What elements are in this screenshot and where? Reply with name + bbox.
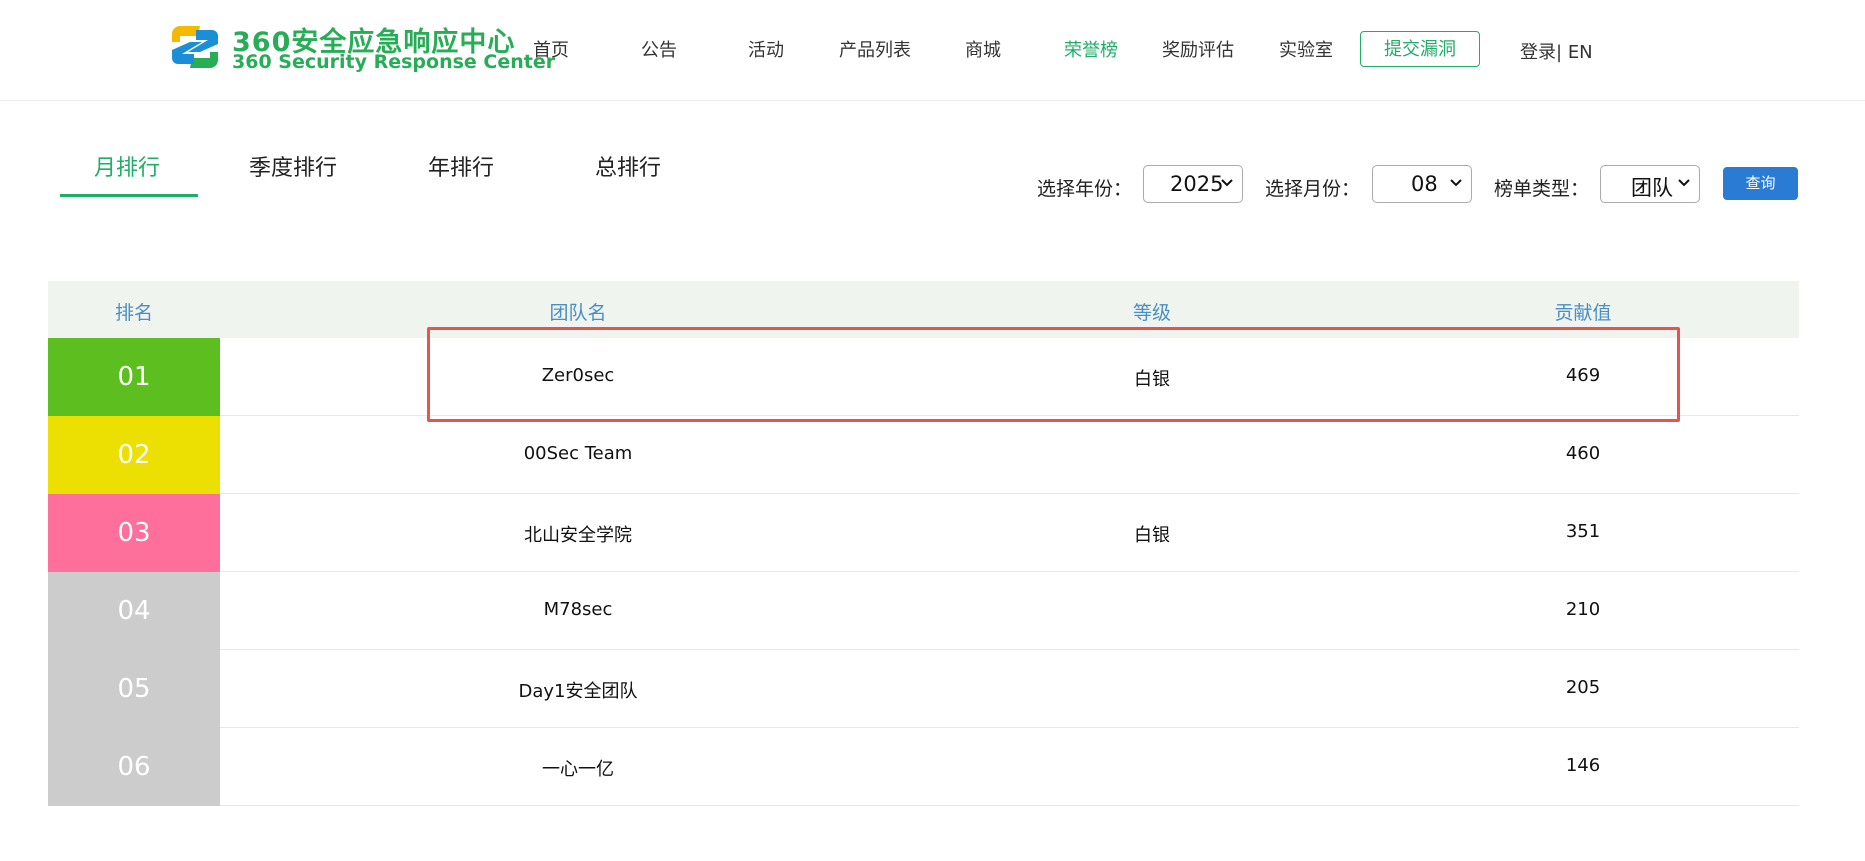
tab-overall[interactable]: 总排行 bbox=[595, 150, 661, 182]
month-select[interactable]: 08 bbox=[1372, 165, 1472, 203]
team-score: 146 bbox=[1565, 755, 1601, 776]
column-header-score: 贡献值 bbox=[1554, 302, 1612, 324]
board-type-select-value: 团队 bbox=[1631, 176, 1673, 200]
tab-monthly[interactable]: 月排行 bbox=[94, 150, 160, 182]
team-name: 北山安全学院 bbox=[524, 525, 632, 546]
table-row: 01 Zer0sec 白银 469 bbox=[48, 338, 1799, 416]
column-header-level: 等级 bbox=[1132, 302, 1172, 324]
year-select-value: 2025 bbox=[1170, 172, 1224, 196]
ranking-table: 排名 团队名 等级 贡献值 01 Zer0sec 白银 469 02 00Sec… bbox=[48, 281, 1799, 806]
board-type-label: 榜单类型： bbox=[1494, 178, 1590, 200]
submit-vulnerability-button[interactable]: 提交漏洞 bbox=[1360, 31, 1480, 67]
year-select[interactable]: 2025 bbox=[1143, 165, 1243, 203]
nav-store[interactable]: 商城 bbox=[965, 36, 1001, 62]
nav-lab[interactable]: 实验室 bbox=[1279, 36, 1333, 62]
nav-honor-board[interactable]: 荣誉榜 bbox=[1064, 36, 1118, 62]
rank-badge: 05 bbox=[48, 650, 220, 728]
month-select-value: 08 bbox=[1411, 172, 1438, 196]
table-row: 04 M78sec 210 bbox=[48, 572, 1799, 650]
tab-yearly[interactable]: 年排行 bbox=[428, 150, 494, 182]
team-score: 210 bbox=[1565, 599, 1601, 620]
team-level: 白银 bbox=[1134, 525, 1170, 546]
team-score: 205 bbox=[1565, 677, 1601, 698]
site-header: 360安全应急响应中心 360 Security Response Center… bbox=[0, 0, 1865, 101]
table-row: 02 00Sec Team 460 bbox=[48, 416, 1799, 494]
team-name: Zer0sec bbox=[541, 365, 615, 386]
rank-badge: 06 bbox=[48, 728, 220, 806]
column-header-team: 团队名 bbox=[549, 302, 607, 324]
team-name: M78sec bbox=[543, 599, 613, 620]
rank-badge: 02 bbox=[48, 416, 220, 494]
year-label: 选择年份： bbox=[1037, 178, 1133, 200]
chevron-down-icon bbox=[1678, 179, 1690, 187]
query-button[interactable]: 查询 bbox=[1723, 167, 1798, 200]
logo-title-en: 360 Security Response Center bbox=[232, 51, 556, 73]
active-tab-indicator bbox=[60, 194, 198, 197]
login-link[interactable]: 登录 bbox=[1520, 42, 1556, 63]
tab-quarterly[interactable]: 季度排行 bbox=[249, 150, 337, 182]
column-header-rank: 排名 bbox=[114, 302, 154, 324]
team-score: 469 bbox=[1565, 365, 1601, 386]
team-name: 一心一亿 bbox=[542, 759, 614, 780]
team-name: Day1安全团队 bbox=[518, 681, 638, 702]
table-row: 03 北山安全学院 白银 351 bbox=[48, 494, 1799, 572]
rank-badge: 03 bbox=[48, 494, 220, 572]
table-row: 05 Day1安全团队 205 bbox=[48, 650, 1799, 728]
board-type-select[interactable]: 团队 bbox=[1600, 165, 1700, 203]
nav-announcements[interactable]: 公告 bbox=[641, 36, 677, 62]
nav-activities[interactable]: 活动 bbox=[748, 36, 784, 62]
chevron-down-icon bbox=[1450, 179, 1462, 187]
language-en-link[interactable]: EN bbox=[1568, 42, 1593, 63]
team-score: 460 bbox=[1565, 443, 1601, 464]
nav-reward-evaluation[interactable]: 奖励评估 bbox=[1162, 36, 1234, 62]
team-name: 00Sec Team bbox=[523, 443, 633, 464]
logo-mark-icon bbox=[172, 26, 218, 68]
rank-badge: 04 bbox=[48, 572, 220, 650]
rank-badge: 01 bbox=[48, 338, 220, 416]
team-level: 白银 bbox=[1134, 369, 1170, 390]
table-header: 排名 团队名 等级 贡献值 bbox=[48, 281, 1799, 338]
login-separator: | bbox=[1556, 42, 1563, 63]
team-score: 351 bbox=[1565, 521, 1601, 542]
site-logo[interactable]: 360安全应急响应中心 360 Security Response Center bbox=[170, 18, 555, 80]
nav-home[interactable]: 首页 bbox=[533, 36, 569, 62]
login-area: 登录| EN bbox=[1520, 38, 1593, 64]
month-label: 选择月份： bbox=[1265, 178, 1361, 200]
table-row: 06 一心一亿 146 bbox=[48, 728, 1799, 806]
chevron-down-icon bbox=[1221, 179, 1233, 187]
nav-products[interactable]: 产品列表 bbox=[839, 36, 911, 62]
